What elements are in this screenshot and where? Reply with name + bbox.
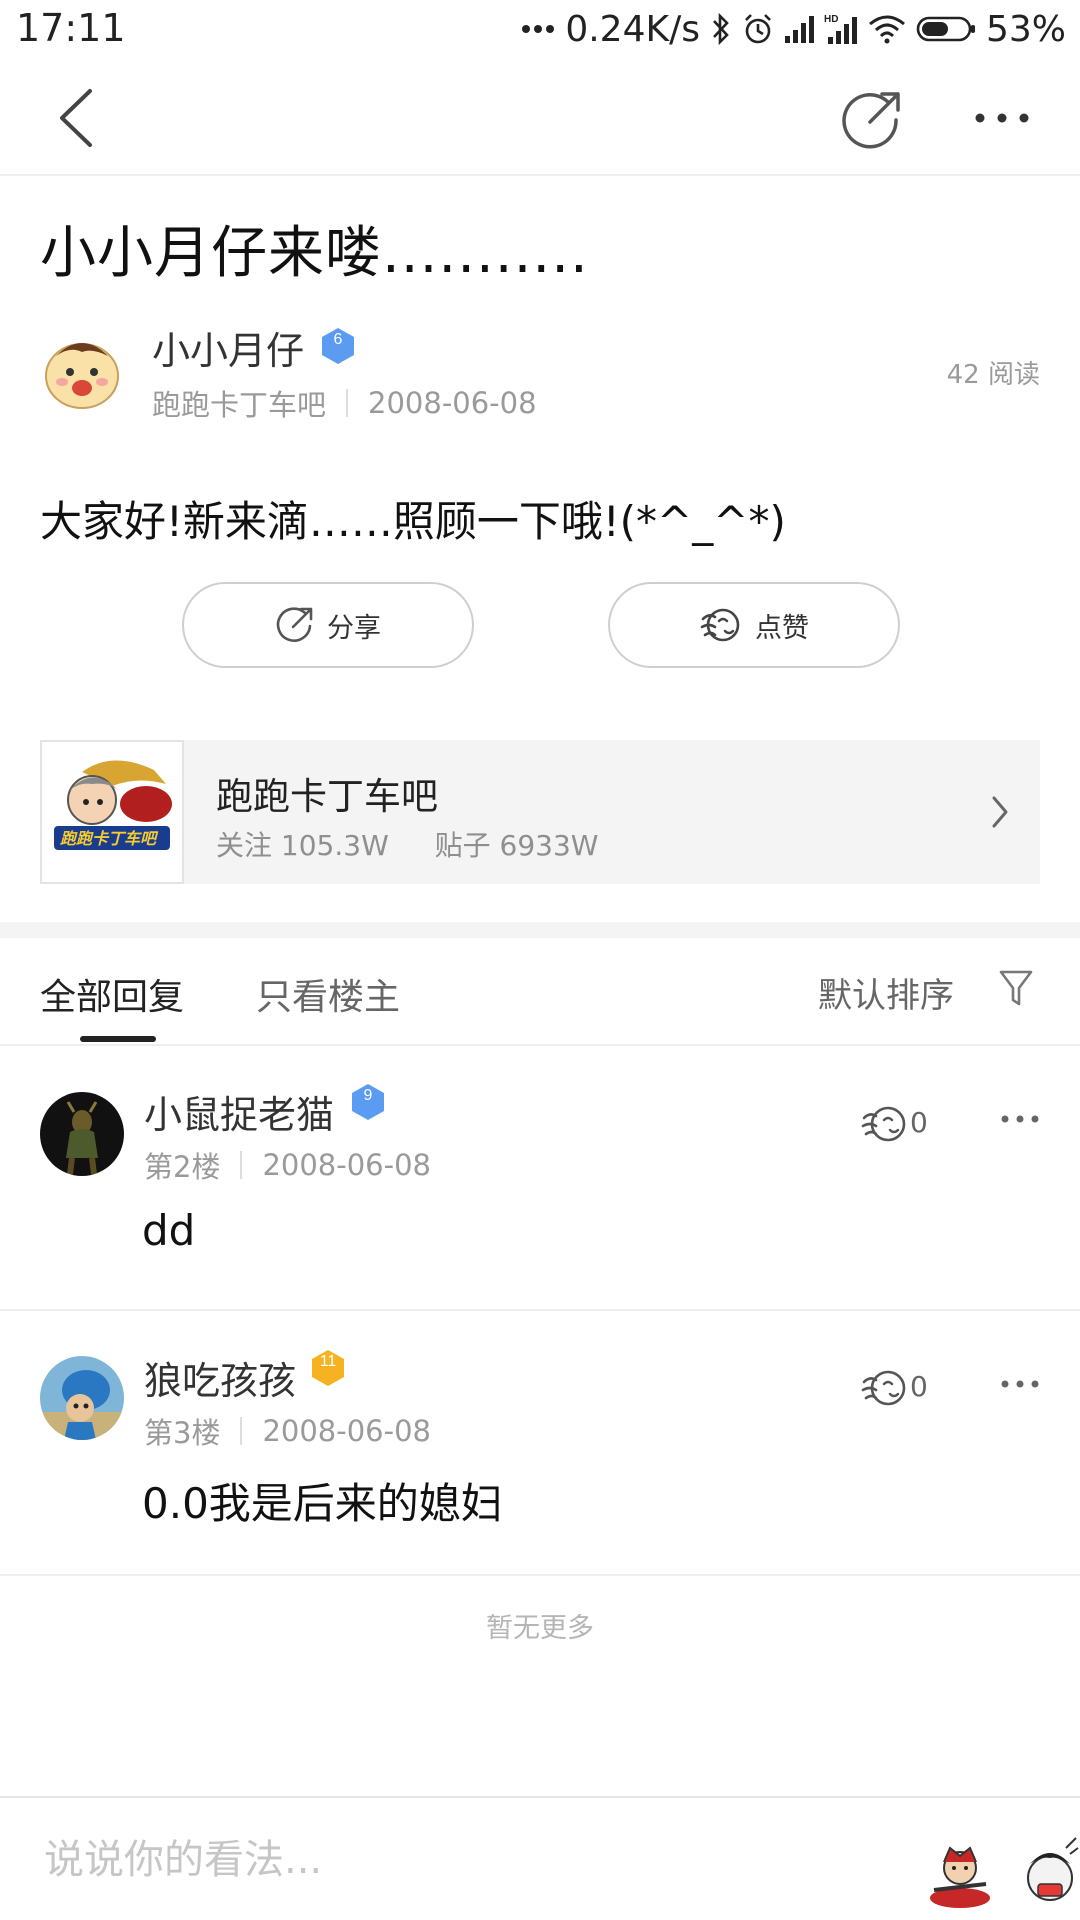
author-avatar[interactable] — [40, 330, 124, 414]
share-arrow-icon — [276, 607, 313, 642]
comment-input[interactable] — [44, 1832, 864, 1888]
comment-bar — [0, 1796, 1080, 1920]
reply-floor: 第2楼 — [144, 1150, 221, 1184]
tabs-divider — [0, 1044, 1080, 1046]
like-button-label: 点赞 — [755, 612, 809, 644]
reply-like-count: 0 — [910, 1370, 928, 1403]
forum-name: 跑跑卡丁车吧 — [216, 775, 438, 818]
tab-all-replies[interactable]: 全部回复 — [40, 968, 184, 1020]
svg-text:HD: HD — [824, 14, 838, 25]
post-title: 小小月仔来喽........... — [40, 221, 589, 286]
sticker-icon[interactable] — [920, 1834, 1000, 1914]
follow-count: 105.3W — [280, 829, 389, 862]
no-more-label: 暂无更多 — [486, 1613, 594, 1644]
emoji-panel-icon[interactable] — [1018, 1834, 1080, 1914]
share-button-label: 分享 — [327, 612, 381, 644]
reply-meta: 第3楼 2008-06-08 — [144, 1410, 431, 1452]
read-count: 42 阅读 — [946, 360, 1040, 390]
reply-body: dd — [142, 1206, 196, 1255]
post-date: 2008-06-08 — [368, 386, 537, 420]
like-face-icon — [700, 608, 740, 642]
filter-icon[interactable] — [998, 968, 1034, 1008]
chevron-right-icon — [992, 796, 1008, 828]
wifi-icon — [869, 15, 905, 44]
tab-owner-only[interactable]: 只看楼主 — [256, 968, 400, 1020]
signal-icon — [784, 16, 814, 43]
notification-dots-icon — [522, 25, 555, 33]
author-meta: 跑跑卡丁车吧 2008-06-08 — [152, 382, 537, 424]
reply-date: 2008-06-08 — [262, 1148, 431, 1182]
more-icon[interactable] — [972, 100, 1032, 136]
reply-avatar[interactable] — [40, 1092, 124, 1176]
status-time: 17:11 — [16, 6, 126, 50]
follow-label: 关注 — [216, 829, 273, 862]
status-indicators: 0.24K/s HD 53% — [521, 6, 1066, 52]
reply-more-icon[interactable] — [1000, 1111, 1040, 1127]
tab-active-indicator — [80, 1036, 156, 1042]
nav-bar — [0, 60, 1080, 176]
reply-avatar[interactable] — [40, 1356, 124, 1440]
network-speed: 0.24K/s — [565, 8, 700, 50]
reply-author-name[interactable]: 狼吃孩孩 — [144, 1350, 296, 1405]
thread-page: 17:11 0.24K/s HD 53% 小小月仔来喽........... 小… — [0, 0, 1080, 1920]
section-divider — [0, 922, 1080, 938]
hd-signal-icon: HD — [824, 14, 857, 44]
status-bar: 17:11 0.24K/s HD 53% — [0, 0, 1080, 60]
reply-body: 0.0我是后来的媳妇 — [142, 1479, 503, 1528]
alarm-icon — [745, 14, 771, 44]
post-body: 大家好!新来滴……照顾一下哦!(*^_^*) — [40, 497, 786, 546]
bluetooth-icon — [713, 12, 729, 46]
posts-count: 6933W — [499, 829, 599, 862]
meta-separator — [240, 1151, 243, 1179]
share-icon[interactable] — [840, 86, 906, 152]
battery-percent: 53% — [985, 8, 1066, 50]
reply-more-icon[interactable] — [1000, 1376, 1040, 1392]
reply-level: 9 — [363, 1087, 373, 1104]
forum-logo-text: 跑跑卡丁车吧 — [60, 829, 159, 848]
author-forum[interactable]: 跑跑卡丁车吧 — [152, 382, 326, 424]
reply-like-count: 0 — [910, 1106, 928, 1139]
reply-date: 2008-06-08 — [262, 1414, 431, 1448]
reply-divider — [0, 1309, 1080, 1311]
meta-separator — [346, 389, 349, 417]
author-name[interactable]: 小小月仔 — [152, 320, 304, 375]
reply-level-badge: 9 — [348, 1082, 388, 1122]
sort-dropdown[interactable]: 默认排序 — [818, 968, 954, 1017]
reply-floor: 第3楼 — [144, 1416, 221, 1450]
share-button[interactable]: 分享 — [182, 582, 474, 668]
meta-separator — [240, 1417, 243, 1445]
reply-meta: 第2楼 2008-06-08 — [144, 1144, 431, 1186]
battery-icon — [916, 16, 975, 42]
posts-label: 贴子 — [434, 829, 491, 862]
like-button[interactable]: 点赞 — [608, 582, 900, 668]
reply-level: 11 — [319, 1353, 337, 1370]
author-level-badge: 6 — [318, 326, 358, 366]
reply-level-badge: 11 — [308, 1348, 348, 1388]
back-icon[interactable] — [50, 85, 110, 151]
forum-stats: 关注 105.3W 贴子 6933W — [216, 824, 598, 864]
forum-logo: 跑跑卡丁车吧 — [40, 740, 184, 884]
forum-card[interactable]: 跑跑卡丁车吧 跑跑卡丁车吧 关注 105.3W 贴子 6933W — [40, 740, 1040, 884]
reply-author-name[interactable]: 小鼠捉老猫 — [144, 1084, 334, 1139]
author-level: 6 — [333, 331, 343, 348]
reply-divider — [0, 1574, 1080, 1576]
